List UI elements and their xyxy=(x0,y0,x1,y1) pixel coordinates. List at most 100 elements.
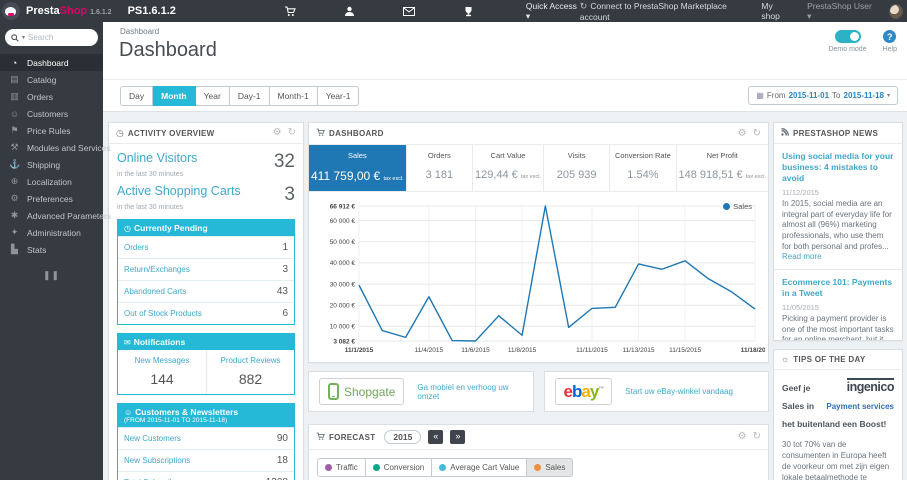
pending-orders-row[interactable]: Orders 1 xyxy=(118,236,294,258)
filter-day-1-button[interactable]: Day-1 xyxy=(229,85,270,106)
kpi-tab-conversion-rate[interactable]: Conversion Rate 1.54% xyxy=(610,145,677,191)
user-avatar[interactable] xyxy=(888,3,903,19)
filter-year-1-button[interactable]: Year-1 xyxy=(317,85,360,106)
online-visitors-link[interactable]: Online Visitors xyxy=(117,151,197,165)
marketplace-link[interactable]: ↻ Connect to PrestaShop Marketplace accou… xyxy=(580,1,746,22)
help-icon[interactable]: ? xyxy=(883,30,897,43)
sidebar-item-advanced-parameters[interactable]: ✱ Advanced Parameters xyxy=(0,207,111,224)
notifications-title: Notifications xyxy=(133,337,186,347)
shopgate-link[interactable]: Ga mobiel en verhoog uw omzet xyxy=(417,383,522,401)
kpi-tab-visits[interactable]: Visits 205 939 xyxy=(544,145,611,191)
search-input[interactable] xyxy=(28,33,81,42)
topbar: PrestaShop 1.6.1.2 PS1.6.1.2 Quick Access… xyxy=(0,0,907,22)
news-article-date: 11/05/2015 xyxy=(782,302,819,312)
shipping-icon: ⚓ xyxy=(9,159,21,169)
page-header: Dashboard Dashboard Demo mode ? Help xyxy=(103,22,907,79)
news-article: Ecommerce 101: Payments in a Tweet 11/05… xyxy=(774,268,902,341)
sidebar-item-localization[interactable]: ⊕ Localization xyxy=(0,173,103,190)
forecast-sales-button[interactable]: Sales xyxy=(527,458,574,477)
activity-refresh-icon[interactable]: ↻ xyxy=(288,128,296,138)
demo-mode-control: Demo mode xyxy=(828,30,867,53)
sales-legend-dot-icon xyxy=(723,203,731,210)
kpi-tab-sales[interactable]: Sales 411 759,00 € tax excl. xyxy=(309,145,407,191)
shopgate-banner[interactable]: Shopgate Ga mobiel en verhoog uw omzet xyxy=(308,371,534,412)
filter-month-button[interactable]: Month xyxy=(153,85,196,106)
forecast-traffic-button[interactable]: Traffic xyxy=(317,458,366,477)
search-scope-caret-icon[interactable]: ▾ xyxy=(22,34,25,41)
dashboard-panel: DASHBOARD ⚙ ↻ Sales 411 759,00 € tax excl.… xyxy=(308,122,770,363)
activity-overview-panel: ◷ ACTIVITY OVERVIEW ⚙ ↻ Online Visitors 32… xyxy=(108,122,304,480)
kpi-tab-cart-value[interactable]: Cart Value 129,44 € tax excl. xyxy=(473,145,545,191)
forecast-gear-icon[interactable]: ⚙ xyxy=(738,432,747,442)
demo-mode-label: Demo mode xyxy=(828,46,867,53)
kpi-tab-net-profit[interactable]: Net Profit 148 918,51 € tax excl. xyxy=(677,145,768,191)
news-article-title[interactable]: Using social media for your business: 4 … xyxy=(782,151,894,184)
quick-access-menu[interactable]: Quick Access ▾ xyxy=(526,1,580,22)
news-article-date: 11/12/2015 xyxy=(782,188,819,198)
chart-legend[interactable]: Sales xyxy=(723,202,752,211)
forecast-prev-button[interactable]: « xyxy=(428,430,444,444)
dashboard-icon: ◔ xyxy=(11,57,18,68)
user-menu[interactable]: PrestaShop User ▾ xyxy=(807,1,873,22)
forecast-avg-cart-value-button[interactable]: Average Cart Value xyxy=(432,458,528,477)
activity-gear-icon[interactable]: ⚙ xyxy=(273,128,282,138)
breadcrumb[interactable]: Dashboard xyxy=(103,22,907,36)
activity-title: ACTIVITY OVERVIEW xyxy=(127,128,215,138)
total-subscribers-row[interactable]: Total Subscribers1308 xyxy=(118,471,294,480)
trophy-icon[interactable] xyxy=(463,6,474,17)
sidebar-item-catalog[interactable]: ▤ Catalog xyxy=(0,71,103,88)
forecast-refresh-icon[interactable]: ↻ xyxy=(753,432,761,442)
active-carts-link[interactable]: Active Shopping Carts xyxy=(117,184,241,198)
ingenico-logo[interactable]: ingenico Payment services xyxy=(818,378,895,414)
ingenico-logo-subtext: Payment services xyxy=(826,402,894,411)
brand: PrestaShop 1.6.1.2 xyxy=(26,5,112,17)
new-customers-row[interactable]: New Customers 90 xyxy=(118,427,294,449)
sidebar-item-price-rules[interactable]: ⚑ Price Rules xyxy=(0,122,103,139)
pending-title: Currently Pending xyxy=(133,223,208,233)
avg-cart-value-dot-icon xyxy=(439,464,447,471)
sidebar-item-orders[interactable]: ▥ Orders xyxy=(0,88,103,105)
date-from-value: 2015-11-01 xyxy=(788,91,830,100)
forecast-year[interactable]: 2015 xyxy=(384,430,422,444)
sidebar-item-modules[interactable]: ⚒ Modules and Services xyxy=(0,139,110,156)
demo-mode-toggle[interactable] xyxy=(834,30,861,43)
topbar-icons xyxy=(284,5,474,17)
news-article-title[interactable]: Ecommerce 101: Payments in a Tweet xyxy=(782,277,894,299)
pending-out-of-stock-row[interactable]: Out of Stock Products 6 xyxy=(118,302,294,324)
sidebar-item-preferences[interactable]: ⚙ Preferences xyxy=(0,190,103,207)
date-range-picker[interactable]: ▦ From 2015-11-01 To 2015-11-18 ▾ xyxy=(748,86,898,105)
filter-day-button[interactable]: Day xyxy=(120,85,154,106)
read-more-link[interactable]: Read more xyxy=(782,252,822,261)
ebay-link[interactable]: Start uw eBay-winkel vandaag xyxy=(625,387,733,396)
sidebar-search[interactable]: ▾ xyxy=(5,29,98,46)
tips-panel: ☼ TIPS OF THE DAY ingenico Payment servi… xyxy=(773,349,903,480)
svg-text:11/11/2015: 11/11/2015 xyxy=(576,347,608,354)
sidebar-item-administration[interactable]: ✦ Administration xyxy=(0,224,103,241)
pending-abandoned-carts-row[interactable]: Abandoned Carts 43 xyxy=(118,280,294,302)
filter-month-1-button[interactable]: Month-1 xyxy=(269,85,318,106)
new-messages-cell[interactable]: New Messages 144 xyxy=(118,350,206,394)
dashboard-gear-icon[interactable]: ⚙ xyxy=(738,128,747,139)
sidebar-item-customers[interactable]: ☺ Customers xyxy=(0,105,103,122)
ebay-banner[interactable]: ebay™ Start uw eBay-winkel vandaag xyxy=(543,371,769,412)
kpi-tab-orders[interactable]: Orders 3 181 xyxy=(407,145,473,191)
sidebar-item-dashboard[interactable]: ◔ Dashboard xyxy=(0,54,103,71)
sidebar-collapse-button[interactable]: ❚❚ xyxy=(0,270,103,281)
forecast-next-button[interactable]: » xyxy=(450,430,466,444)
sidebar-item-shipping[interactable]: ⚓ Shipping xyxy=(0,156,103,173)
sidebar-item-stats[interactable]: ▙ Stats xyxy=(0,241,103,258)
pending-returns-row[interactable]: Return/Exchanges 3 xyxy=(118,258,294,280)
cart-icon[interactable] xyxy=(284,5,296,17)
new-subscriptions-row[interactable]: New Subscriptions 18 xyxy=(118,449,294,471)
filter-year-button[interactable]: Year xyxy=(195,85,230,106)
messages-icon[interactable] xyxy=(402,6,415,16)
shop-name[interactable]: PS1.6.1.2 xyxy=(128,5,176,17)
my-shop-link[interactable]: My shop xyxy=(761,1,791,21)
news-article-excerpt: Picking a payment provider is one of the… xyxy=(782,313,894,341)
date-from-label: From xyxy=(766,91,786,100)
svg-text:11/15/2015: 11/15/2015 xyxy=(669,347,701,354)
forecast-conversion-button[interactable]: Conversion xyxy=(365,458,433,477)
product-reviews-cell[interactable]: Product Reviews 882 xyxy=(206,350,294,394)
dashboard-refresh-icon[interactable]: ↻ xyxy=(753,128,761,139)
customer-icon[interactable] xyxy=(344,6,355,17)
